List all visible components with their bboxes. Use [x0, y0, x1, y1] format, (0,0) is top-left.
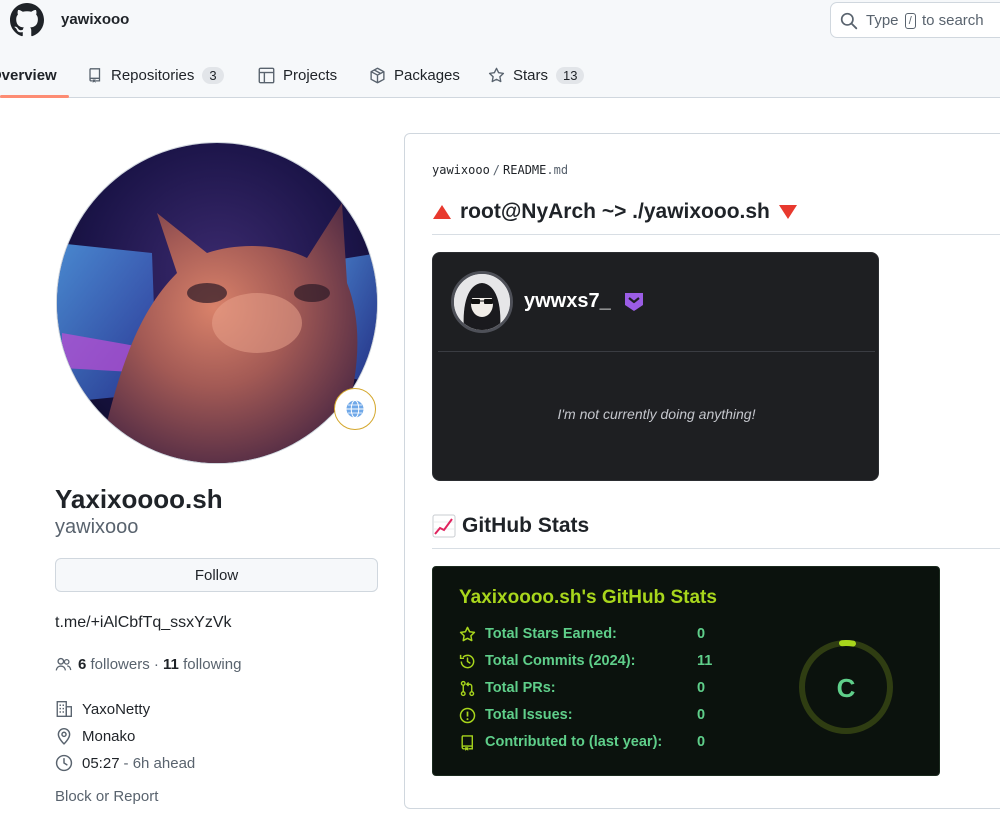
repo-icon: [89, 68, 101, 83]
red-triangle-down-icon: [778, 205, 797, 219]
tab-repositories-label: Repositories: [111, 66, 195, 84]
tab-stars[interactable]: Stars 13: [488, 52, 585, 98]
tab-packages-label: Packages: [394, 66, 460, 84]
stats-value: 0: [697, 626, 706, 642]
stats-row-commits: Total Commits (2024):: [459, 651, 635, 671]
tab-packages[interactable]: Packages: [369, 52, 460, 98]
tab-overview-label: Overview: [0, 66, 57, 84]
stats-label: Total PRs:: [485, 680, 556, 696]
stats-label: Total Stars Earned:: [485, 626, 617, 642]
heading-divider: [432, 548, 1000, 549]
local-time-offset: - 6h ahead: [123, 754, 196, 772]
profile-local-time: 05:27- 6h ahead: [55, 754, 195, 772]
profile-bio: t.me/+iAlCbfTq_ssxYzVk: [55, 614, 232, 631]
discord-username: ywwxs7_: [524, 290, 611, 312]
location-name: Monako: [82, 727, 136, 745]
avatar-cat-photo: [57, 143, 377, 463]
profile-location: Monako: [55, 727, 135, 745]
history-icon: [459, 654, 475, 668]
search-icon: [840, 12, 858, 30]
company-name: YaxoNetty: [82, 700, 151, 718]
tab-overview[interactable]: Overview: [0, 52, 57, 98]
local-time-value: 05:27: [82, 754, 120, 772]
rank-ring: C: [799, 640, 893, 734]
stats-value: 0: [697, 680, 706, 696]
clock-icon: [55, 754, 73, 772]
stats-label: Total Issues:: [485, 707, 573, 723]
block-or-report-link[interactable]: Block or Report: [55, 788, 158, 805]
stats-label: Total Commits (2024):: [485, 653, 636, 669]
tab-repositories[interactable]: Repositories 3: [87, 52, 224, 98]
profile-login: yawixooo: [55, 516, 139, 538]
heading-stats-text: GitHub Stats: [462, 514, 590, 537]
stars-count-badge: 13: [556, 66, 585, 84]
github-logo-icon[interactable]: [10, 3, 44, 37]
globe-icon: [346, 400, 364, 418]
people-icon: [55, 657, 72, 671]
location-pin-icon: [57, 728, 71, 745]
search-input[interactable]: Type / to search: [830, 2, 1000, 38]
following-count[interactable]: 11: [163, 656, 179, 673]
tab-projects-label: Projects: [283, 66, 338, 84]
readme-breadcrumb: yawixooo / README.md: [432, 163, 569, 177]
tab-projects[interactable]: Projects: [258, 52, 337, 98]
stats-row-contributed: Contributed to (last year):: [459, 732, 662, 752]
issue-icon: [459, 707, 476, 723]
breadcrumb-file[interactable]: README: [503, 163, 546, 177]
table-icon: [258, 67, 275, 83]
search-placeholder: Type / to search: [866, 12, 984, 29]
stats-row-issues: Total Issues:: [459, 705, 573, 725]
followers-link[interactable]: followers: [91, 656, 150, 673]
profile-company: YaxoNetty: [55, 700, 150, 718]
readme-heading-stats: GitHub Stats: [432, 514, 589, 538]
stats-value: 11: [697, 653, 713, 669]
pull-request-icon: [460, 680, 475, 696]
nitro-badge-icon: [625, 293, 643, 311]
status-badge[interactable]: [334, 388, 376, 430]
readme-panel: yawixooo / README.md root@NyArch ~> ./yawi…: [404, 133, 1000, 809]
repo-icon: [461, 734, 473, 751]
active-tab-underline: [0, 95, 69, 98]
red-triangle-up-icon: [433, 205, 451, 219]
stats-value: 0: [697, 707, 706, 723]
discord-presence-card: ywwxs7_ I'm not currently doing anything…: [432, 252, 879, 481]
package-icon: [370, 67, 385, 83]
stats-label: Contributed to (last year):: [485, 734, 663, 750]
chart-increasing-icon: [432, 514, 456, 538]
stats-title: Yaxixoooo.sh's GitHub Stats: [459, 587, 717, 608]
discord-avatar: [451, 271, 513, 333]
heading-terminal-text: root@NyArch ~> ./yawixooo.sh: [460, 200, 770, 223]
profile-avatar[interactable]: [56, 142, 378, 464]
discord-activity-status: I'm not currently doing anything!: [557, 406, 756, 422]
rank-grade: C: [837, 673, 856, 703]
stats-row-stars: Total Stars Earned:: [459, 624, 617, 644]
heading-divider: [432, 234, 1000, 235]
readme-heading-terminal: root@NyArch ~> ./yawixooo.sh: [432, 200, 798, 224]
building-icon: [56, 701, 72, 717]
github-stats-card: Yaxixoooo.sh's GitHub Stats Total Stars …: [432, 566, 940, 776]
followers-count[interactable]: 6: [78, 656, 86, 673]
stats-row-prs: Total PRs:: [459, 678, 556, 698]
breadcrumb-file-ext: .md: [546, 163, 569, 177]
repositories-count-badge: 3: [202, 66, 224, 84]
stats-value: 0: [697, 734, 706, 750]
profile-name: Yaxixoooo.sh: [55, 484, 223, 514]
star-icon: [488, 67, 505, 82]
tab-stars-label: Stars: [513, 66, 549, 84]
breadcrumb-user[interactable]: yawixooo: [432, 163, 490, 177]
following-link[interactable]: following: [183, 656, 241, 673]
discord-card-divider: [438, 351, 875, 352]
top-bar: yawixooo Type / to search Overview Repos…: [0, 0, 1000, 98]
follow-button[interactable]: Follow: [55, 558, 378, 592]
search-shortcut-key: /: [904, 13, 916, 29]
header-username[interactable]: yawixooo: [61, 11, 129, 28]
star-icon: [459, 626, 476, 641]
follow-stats: 6 followers · 11 following: [55, 656, 241, 673]
